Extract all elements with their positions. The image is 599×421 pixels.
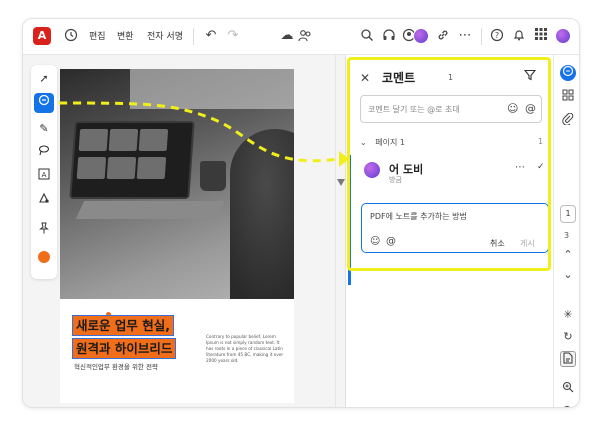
emoji-icon[interactable]: ☺ bbox=[507, 102, 518, 115]
stamp-icon[interactable] bbox=[34, 191, 54, 211]
cancel-button[interactable]: 취소 bbox=[490, 238, 505, 249]
pdf-page: 새로운 업무 현실, 원격과 하이브리드 혁신적인업무 환경을 위한 전략 Co… bbox=[60, 69, 294, 403]
left-tool-rail: ➚ ✎ A bbox=[31, 65, 57, 279]
ai-sparkle-icon[interactable]: ✳ bbox=[560, 307, 576, 323]
profile-avatar[interactable] bbox=[555, 28, 571, 44]
toolbar-divider bbox=[193, 28, 194, 45]
emoji-icon[interactable]: ☺ bbox=[370, 236, 380, 247]
mention-icon[interactable]: @ bbox=[386, 236, 396, 247]
zoom-out-icon[interactable] bbox=[560, 405, 576, 407]
more-icon[interactable]: ⋯ bbox=[515, 162, 525, 173]
comments-panel: ✕ 코멘트 1 코멘트 달기 또는 @로 초대 ☺ @ ⌄ 페이지 1 1 어 … bbox=[345, 55, 553, 407]
panel-title: 코멘트 bbox=[382, 71, 416, 85]
headline: 새로운 업무 현실, 원격과 하이브리드 bbox=[72, 315, 192, 361]
app-window: A 편집 변환 전자 서명 ↶ ↷ ☁ ⋯ ? ➚ ✎ A 새로운 업무 현실,… bbox=[22, 18, 580, 408]
right-tool-rail: 1 3 ⌃ ⌄ ✳ ↻ bbox=[553, 55, 579, 407]
filter-icon[interactable] bbox=[523, 69, 537, 84]
acrobat-logo-icon[interactable]: A bbox=[33, 27, 51, 45]
page-number-total: 3 bbox=[564, 231, 570, 240]
post-button[interactable]: 게시 bbox=[520, 238, 535, 249]
chevron-up-icon[interactable]: ⌃ bbox=[560, 247, 576, 263]
chevron-down-icon[interactable]: ⌄ bbox=[560, 267, 576, 283]
checkmark-icon[interactable]: ✓ bbox=[537, 162, 545, 172]
help-icon[interactable]: ? bbox=[489, 28, 505, 44]
chevron-down-icon[interactable]: ⌄ bbox=[360, 138, 367, 147]
attachment-icon[interactable] bbox=[560, 112, 576, 129]
color-swatch[interactable] bbox=[38, 251, 50, 263]
pen-icon[interactable]: ✎ bbox=[34, 119, 54, 139]
menu-esign[interactable]: 전자 서명 bbox=[147, 29, 183, 42]
mention-icon[interactable]: @ bbox=[525, 102, 536, 115]
pin-icon[interactable] bbox=[34, 221, 54, 241]
user-avatar[interactable] bbox=[413, 28, 429, 44]
headset-icon[interactable] bbox=[381, 28, 397, 44]
svg-text:A: A bbox=[42, 171, 47, 179]
close-icon[interactable]: ✕ bbox=[360, 71, 370, 85]
page-section-label: 페이지 1 bbox=[375, 138, 405, 147]
text-box-icon[interactable]: A bbox=[34, 167, 54, 187]
scroll-arrow-icon[interactable] bbox=[337, 179, 345, 186]
lasso-icon[interactable] bbox=[34, 143, 54, 163]
comment-count: 1 bbox=[448, 73, 454, 82]
menu-edit[interactable]: 편집 bbox=[89, 29, 106, 42]
page-section-count: 1 bbox=[538, 137, 544, 146]
document-info-icon[interactable] bbox=[560, 351, 576, 367]
reply-box[interactable]: PDF에 노트를 추가하는 방법 ☺ @ 취소 게시 bbox=[361, 203, 549, 253]
document-body-text: Contrary to popular belief, Lorem Ipsum … bbox=[206, 334, 284, 363]
more-icon[interactable]: ⋯ bbox=[457, 28, 473, 44]
reply-text[interactable]: PDF에 노트를 추가하는 방법 bbox=[370, 211, 467, 222]
menu-convert[interactable]: 변환 bbox=[117, 29, 134, 42]
home-icon[interactable] bbox=[63, 28, 79, 44]
search-icon[interactable] bbox=[359, 28, 375, 44]
headline-line-1[interactable]: 새로운 업무 현실, bbox=[72, 315, 174, 336]
undo-icon[interactable]: ↶ bbox=[203, 28, 219, 44]
share-people-icon[interactable] bbox=[297, 28, 313, 44]
cloud-icon[interactable]: ☁ bbox=[279, 28, 295, 44]
redo-icon[interactable]: ↷ bbox=[225, 28, 241, 44]
select-icon[interactable]: ➚ bbox=[34, 69, 54, 89]
comment-icon[interactable] bbox=[34, 93, 54, 113]
comment-time: 방금 bbox=[389, 176, 402, 184]
thumbnails-icon[interactable] bbox=[560, 89, 576, 105]
page-section-header[interactable]: ⌄ 페이지 1 bbox=[360, 137, 405, 148]
headline-line-2[interactable]: 원격과 하이브리드 bbox=[72, 338, 177, 359]
apps-icon[interactable] bbox=[533, 28, 549, 44]
page-number-current[interactable]: 1 bbox=[560, 205, 576, 223]
rotate-icon[interactable]: ↻ bbox=[560, 329, 576, 345]
document-subtitle: 혁신적인업무 환경을 위한 전략 bbox=[74, 363, 158, 371]
bell-icon[interactable] bbox=[511, 28, 527, 44]
comment-input-placeholder: 코멘트 달기 또는 @로 초대 bbox=[368, 105, 460, 114]
link-icon[interactable] bbox=[435, 28, 451, 44]
comment-author-avatar bbox=[363, 161, 381, 179]
toolbar-divider bbox=[481, 28, 482, 45]
comments-panel-icon[interactable] bbox=[560, 65, 576, 81]
document-scrollbar[interactable] bbox=[335, 55, 345, 407]
zoom-in-icon[interactable] bbox=[560, 381, 576, 397]
top-toolbar: A 편집 변환 전자 서명 ↶ ↷ ☁ ⋯ ? bbox=[23, 19, 579, 55]
comment-input[interactable]: 코멘트 달기 또는 @로 초대 ☺ @ bbox=[360, 95, 542, 123]
comment-thread[interactable]: 어 도비 방금 ⋯ ✓ PDF에 노트를 추가하는 방법 ☺ @ 취소 게시 bbox=[348, 155, 552, 285]
svg-text:?: ? bbox=[495, 31, 499, 40]
cover-photo bbox=[60, 69, 294, 299]
